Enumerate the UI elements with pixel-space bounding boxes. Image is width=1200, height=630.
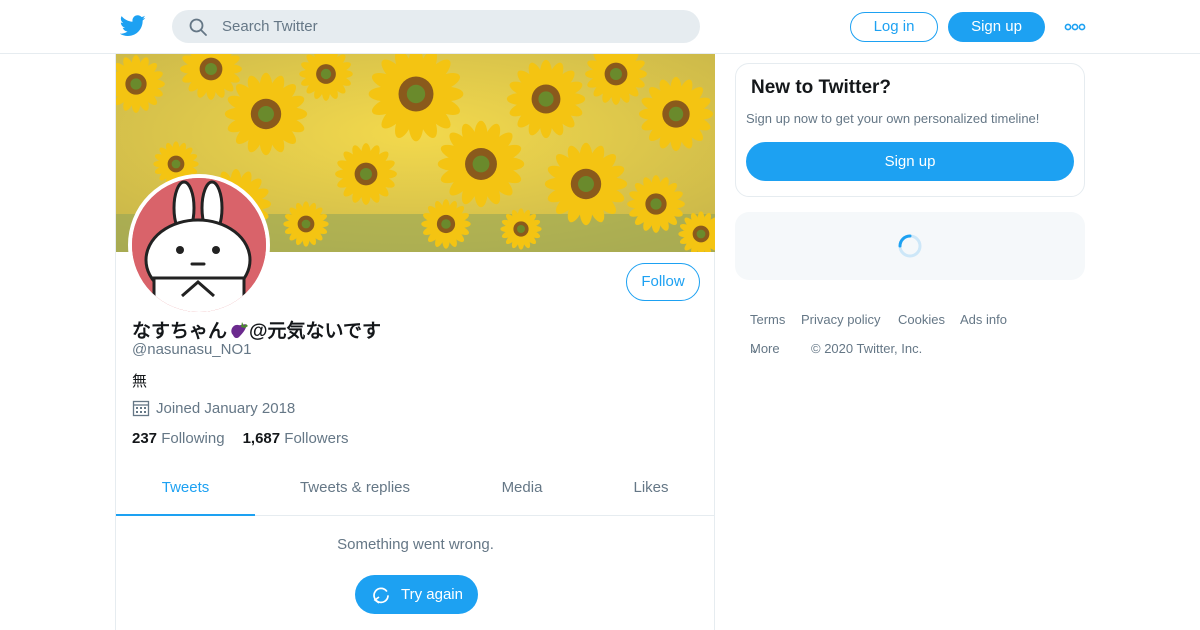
profile-display-name: なすちゃん @元気ないです: [132, 316, 381, 343]
following-count: 237: [132, 430, 158, 447]
try-again-label: Try again: [401, 586, 463, 603]
followers-count: 1,687: [242, 430, 281, 447]
new-to-twitter-title: New to Twitter?: [751, 77, 892, 98]
profile-stats: 237 Following 1,687 Followers: [132, 430, 348, 447]
rabbit-avatar-art: [132, 178, 266, 312]
profile-tabs: Tweets Tweets & replies Media Likes: [116, 464, 715, 516]
footer-more-label: More: [750, 341, 780, 356]
twitter-bird-icon[interactable]: [120, 14, 146, 38]
followers-link[interactable]: 1,687 Followers: [243, 430, 349, 447]
timeline-error-message: Something went wrong.: [337, 536, 494, 553]
more-dots-icon[interactable]: [1064, 18, 1086, 36]
display-name-suffix: @元気ないです: [249, 321, 381, 342]
loading-card: [735, 212, 1085, 280]
follow-button[interactable]: Follow: [626, 263, 700, 301]
top-header: Log in Sign up: [0, 0, 1200, 54]
tab-likes[interactable]: Likes: [616, 464, 686, 516]
calendar-icon: [132, 400, 150, 417]
new-to-twitter-subtitle: Sign up now to get your own personalized…: [746, 111, 1040, 126]
display-name-text: なすちゃん: [132, 321, 228, 342]
try-again-button[interactable]: Try again: [355, 575, 478, 614]
profile-column: Follow なすちゃん @元気ないです @nasunasu_NO1 無 Joi…: [115, 54, 715, 630]
search-bar[interactable]: [172, 10, 700, 43]
profile-avatar[interactable]: [128, 174, 270, 316]
footer-copyright: © 2020 Twitter, Inc.: [811, 341, 923, 356]
footer-more-button[interactable]: More ⌄: [750, 341, 780, 356]
search-input[interactable]: [222, 10, 682, 43]
login-button[interactable]: Log in: [850, 12, 938, 42]
footer-link-ads-info[interactable]: Ads info: [960, 312, 1007, 327]
signup-button[interactable]: Sign up: [948, 12, 1045, 42]
footer-link-cookies[interactable]: Cookies: [898, 312, 945, 327]
new-to-twitter-card: New to Twitter? Sign up now to get your …: [735, 63, 1085, 197]
profile-joined-date: Joined January 2018: [132, 399, 295, 417]
following-link[interactable]: 237 Following: [132, 430, 225, 447]
footer-link-terms[interactable]: Terms: [750, 312, 785, 327]
search-icon: [189, 18, 207, 36]
profile-bio: 無: [132, 373, 148, 390]
tab-media[interactable]: Media: [482, 464, 562, 516]
joined-text: Joined January 2018: [156, 400, 296, 417]
footer-link-privacy[interactable]: Privacy policy: [801, 312, 880, 327]
sidebar-signup-button[interactable]: Sign up: [746, 142, 1074, 181]
loading-spinner-icon: [898, 234, 922, 258]
eggplant-emoji-icon: [231, 322, 249, 339]
tab-tweets[interactable]: Tweets: [116, 464, 255, 516]
profile-handle: @nasunasu_NO1: [132, 341, 252, 358]
refresh-icon: [373, 587, 389, 604]
followers-label: Followers: [284, 430, 349, 447]
following-label: Following: [161, 430, 225, 447]
tab-tweets-replies[interactable]: Tweets & replies: [275, 464, 435, 516]
